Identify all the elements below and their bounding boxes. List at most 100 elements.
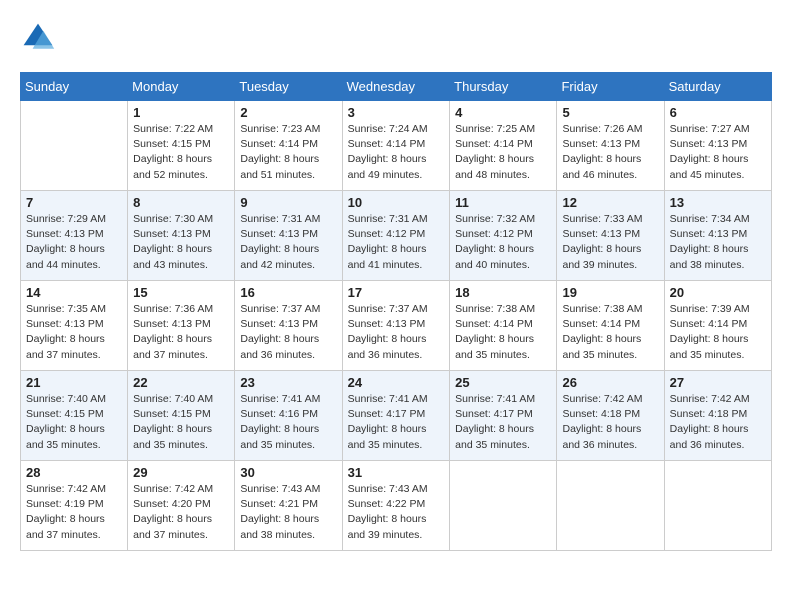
- day-info: Sunrise: 7:33 AMSunset: 4:13 PMDaylight:…: [562, 212, 658, 273]
- calendar-cell: 18Sunrise: 7:38 AMSunset: 4:14 PMDayligh…: [450, 281, 557, 371]
- day-number: 25: [455, 375, 551, 390]
- calendar-cell: 1Sunrise: 7:22 AMSunset: 4:15 PMDaylight…: [128, 101, 235, 191]
- calendar-cell: 30 Sunrise: 7:43 AMSunset: 4:21 PMDayligh…: [235, 461, 342, 551]
- day-info: Sunrise: 7:23 AMSunset: 4:14 PMDaylight:…: [240, 122, 336, 183]
- calendar-cell: [450, 461, 557, 551]
- day-info: Sunrise: 7:38 AMSunset: 4:14 PMDaylight:…: [562, 302, 658, 363]
- day-info: Sunrise: 7:42 AMSunset: 4:20 PMDaylight:…: [133, 482, 229, 543]
- calendar-cell: 23 Sunrise: 7:41 AMSunset: 4:16 PMDayligh…: [235, 371, 342, 461]
- day-info: Sunrise: 7:35 AMSunset: 4:13 PMDaylight:…: [26, 302, 122, 363]
- calendar-cell: 16 Sunrise: 7:37 AMSunset: 4:13 PMDayligh…: [235, 281, 342, 371]
- col-header-wednesday: Wednesday: [342, 73, 450, 101]
- calendar-cell: 21Sunrise: 7:40 AMSunset: 4:15 PMDayligh…: [21, 371, 128, 461]
- calendar-cell: 7Sunrise: 7:29 AMSunset: 4:13 PMDaylight…: [21, 191, 128, 281]
- logo: [20, 20, 60, 56]
- day-number: 15: [133, 285, 229, 300]
- col-header-tuesday: Tuesday: [235, 73, 342, 101]
- calendar-cell: 11Sunrise: 7:32 AMSunset: 4:12 PMDayligh…: [450, 191, 557, 281]
- page-header: [20, 20, 772, 56]
- col-header-thursday: Thursday: [450, 73, 557, 101]
- calendar-cell: 29 Sunrise: 7:42 AMSunset: 4:20 PMDayligh…: [128, 461, 235, 551]
- calendar-cell: 22Sunrise: 7:40 AMSunset: 4:15 PMDayligh…: [128, 371, 235, 461]
- day-info: Sunrise: 7:39 AMSunset: 4:14 PMDaylight:…: [670, 302, 766, 363]
- day-number: 29: [133, 465, 229, 480]
- day-number: 30: [240, 465, 336, 480]
- day-number: 13: [670, 195, 766, 210]
- day-number: 20: [670, 285, 766, 300]
- day-number: 27: [670, 375, 766, 390]
- col-header-sunday: Sunday: [21, 73, 128, 101]
- day-number: 16: [240, 285, 336, 300]
- day-number: 19: [562, 285, 658, 300]
- calendar-cell: [664, 461, 771, 551]
- calendar-cell: 4 Sunrise: 7:25 AMSunset: 4:14 PMDaylight…: [450, 101, 557, 191]
- day-number: 2: [240, 105, 336, 120]
- day-info: Sunrise: 7:43 AMSunset: 4:22 PMDaylight:…: [348, 482, 445, 543]
- day-number: 10: [348, 195, 445, 210]
- day-number: 3: [348, 105, 445, 120]
- col-header-saturday: Saturday: [664, 73, 771, 101]
- calendar-header-row: SundayMondayTuesdayWednesdayThursdayFrid…: [21, 73, 772, 101]
- day-info: Sunrise: 7:42 AMSunset: 4:18 PMDaylight:…: [562, 392, 658, 453]
- day-info: Sunrise: 7:41 AMSunset: 4:16 PMDaylight:…: [240, 392, 336, 453]
- logo-icon: [20, 20, 56, 56]
- calendar-table: SundayMondayTuesdayWednesdayThursdayFrid…: [20, 72, 772, 551]
- day-number: 5: [562, 105, 658, 120]
- day-number: 1: [133, 105, 229, 120]
- calendar-cell: 6Sunrise: 7:27 AMSunset: 4:13 PMDaylight…: [664, 101, 771, 191]
- day-info: Sunrise: 7:42 AMSunset: 4:18 PMDaylight:…: [670, 392, 766, 453]
- calendar-cell: 13 Sunrise: 7:34 AMSunset: 4:13 PMDayligh…: [664, 191, 771, 281]
- day-number: 14: [26, 285, 122, 300]
- day-number: 31: [348, 465, 445, 480]
- calendar-week-row: 21Sunrise: 7:40 AMSunset: 4:15 PMDayligh…: [21, 371, 772, 461]
- calendar-week-row: 7Sunrise: 7:29 AMSunset: 4:13 PMDaylight…: [21, 191, 772, 281]
- calendar-cell: 8 Sunrise: 7:30 AMSunset: 4:13 PMDaylight…: [128, 191, 235, 281]
- day-number: 22: [133, 375, 229, 390]
- day-number: 23: [240, 375, 336, 390]
- day-number: 24: [348, 375, 445, 390]
- day-info: Sunrise: 7:27 AMSunset: 4:13 PMDaylight:…: [670, 122, 766, 183]
- calendar-cell: 2 Sunrise: 7:23 AMSunset: 4:14 PMDaylight…: [235, 101, 342, 191]
- day-number: 4: [455, 105, 551, 120]
- calendar-cell: 9Sunrise: 7:31 AMSunset: 4:13 PMDaylight…: [235, 191, 342, 281]
- calendar-cell: 3 Sunrise: 7:24 AMSunset: 4:14 PMDaylight…: [342, 101, 450, 191]
- calendar-cell: 12Sunrise: 7:33 AMSunset: 4:13 PMDayligh…: [557, 191, 664, 281]
- calendar-cell: 5 Sunrise: 7:26 AMSunset: 4:13 PMDaylight…: [557, 101, 664, 191]
- day-info: Sunrise: 7:30 AMSunset: 4:13 PMDaylight:…: [133, 212, 229, 273]
- day-number: 8: [133, 195, 229, 210]
- calendar-week-row: 1Sunrise: 7:22 AMSunset: 4:15 PMDaylight…: [21, 101, 772, 191]
- day-info: Sunrise: 7:32 AMSunset: 4:12 PMDaylight:…: [455, 212, 551, 273]
- calendar-cell: 19 Sunrise: 7:38 AMSunset: 4:14 PMDayligh…: [557, 281, 664, 371]
- calendar-cell: 25 Sunrise: 7:41 AMSunset: 4:17 PMDayligh…: [450, 371, 557, 461]
- day-info: Sunrise: 7:31 AMSunset: 4:13 PMDaylight:…: [240, 212, 336, 273]
- calendar-cell: 26 Sunrise: 7:42 AMSunset: 4:18 PMDayligh…: [557, 371, 664, 461]
- day-info: Sunrise: 7:37 AMSunset: 4:13 PMDaylight:…: [348, 302, 445, 363]
- day-number: 28: [26, 465, 122, 480]
- calendar-cell: 27 Sunrise: 7:42 AMSunset: 4:18 PMDayligh…: [664, 371, 771, 461]
- calendar-week-row: 14 Sunrise: 7:35 AMSunset: 4:13 PMDayligh…: [21, 281, 772, 371]
- day-number: 21: [26, 375, 122, 390]
- day-info: Sunrise: 7:34 AMSunset: 4:13 PMDaylight:…: [670, 212, 766, 273]
- day-info: Sunrise: 7:26 AMSunset: 4:13 PMDaylight:…: [562, 122, 658, 183]
- calendar-cell: 31 Sunrise: 7:43 AMSunset: 4:22 PMDayligh…: [342, 461, 450, 551]
- day-info: Sunrise: 7:38 AMSunset: 4:14 PMDaylight:…: [455, 302, 551, 363]
- calendar-cell: 14 Sunrise: 7:35 AMSunset: 4:13 PMDayligh…: [21, 281, 128, 371]
- day-info: Sunrise: 7:41 AMSunset: 4:17 PMDaylight:…: [348, 392, 445, 453]
- calendar-week-row: 28 Sunrise: 7:42 AMSunset: 4:19 PMDayligh…: [21, 461, 772, 551]
- day-info: Sunrise: 7:24 AMSunset: 4:14 PMDaylight:…: [348, 122, 445, 183]
- day-number: 17: [348, 285, 445, 300]
- day-info: Sunrise: 7:43 AMSunset: 4:21 PMDaylight:…: [240, 482, 336, 543]
- day-number: 7: [26, 195, 122, 210]
- day-info: Sunrise: 7:25 AMSunset: 4:14 PMDaylight:…: [455, 122, 551, 183]
- calendar-cell: 20 Sunrise: 7:39 AMSunset: 4:14 PMDayligh…: [664, 281, 771, 371]
- day-info: Sunrise: 7:37 AMSunset: 4:13 PMDaylight:…: [240, 302, 336, 363]
- day-info: Sunrise: 7:31 AMSunset: 4:12 PMDaylight:…: [348, 212, 445, 273]
- calendar-cell: 28 Sunrise: 7:42 AMSunset: 4:19 PMDayligh…: [21, 461, 128, 551]
- calendar-cell: 24 Sunrise: 7:41 AMSunset: 4:17 PMDayligh…: [342, 371, 450, 461]
- day-number: 26: [562, 375, 658, 390]
- day-info: Sunrise: 7:42 AMSunset: 4:19 PMDaylight:…: [26, 482, 122, 543]
- day-info: Sunrise: 7:41 AMSunset: 4:17 PMDaylight:…: [455, 392, 551, 453]
- calendar-cell: 17 Sunrise: 7:37 AMSunset: 4:13 PMDayligh…: [342, 281, 450, 371]
- calendar-cell: 10 Sunrise: 7:31 AMSunset: 4:12 PMDayligh…: [342, 191, 450, 281]
- calendar-cell: [557, 461, 664, 551]
